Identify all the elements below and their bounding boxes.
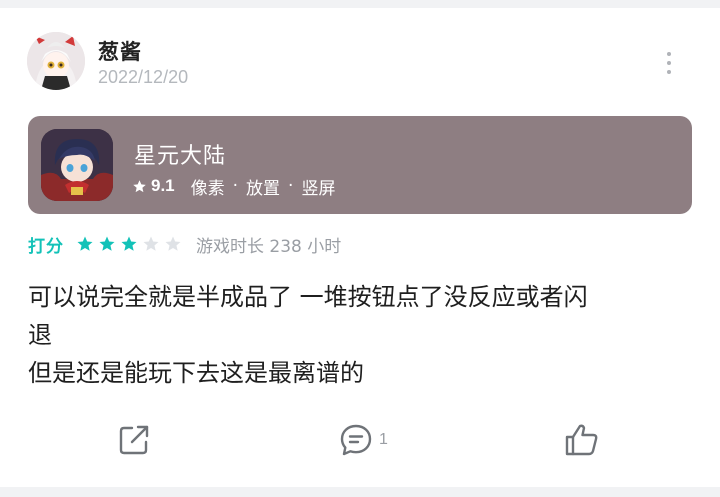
rating-label: 打分 <box>28 236 64 257</box>
review-line: 退 <box>28 321 52 349</box>
review-line: 但是还是能玩下去这是最离谱的 <box>28 359 364 387</box>
star-empty-icon <box>143 236 159 251</box>
star-filled-icon <box>77 236 93 251</box>
comment-count: 1 <box>379 431 388 448</box>
username[interactable]: 葱酱 <box>98 36 142 66</box>
game-title: 星元大陆 <box>134 144 227 169</box>
review-date: 2022/12/20 <box>98 67 189 87</box>
comment-icon <box>340 424 372 456</box>
star-icon <box>133 179 146 192</box>
more-options-icon[interactable] <box>658 48 680 78</box>
game-info-card[interactable]: 星元大陆 9.1 像素 · 放置 · 竖屏 <box>28 116 692 214</box>
game-score: 9.1 <box>151 176 175 195</box>
review-card: 葱酱 2022/12/20 星元大陆 9.1 像素 · 放置 · 竖屏 打分 游… <box>0 8 720 487</box>
star-empty-icon <box>165 236 181 251</box>
playtime: 游戏时长 238 小时 <box>196 236 342 257</box>
thumbs-up-icon <box>565 424 598 456</box>
tag-separator: · <box>288 176 294 196</box>
share-button[interactable] <box>115 420 153 460</box>
review-text: 可以说完全就是半成品了 一堆按钮点了没反应或者闪 退 但是还是能玩下去这是最离谱… <box>28 278 698 392</box>
star-filled-icon <box>121 236 137 251</box>
user-avatar[interactable] <box>27 32 85 90</box>
star-filled-icon <box>99 236 115 251</box>
review-line: 可以说完全就是半成品了 一堆按钮点了没反应或者闪 <box>28 283 588 311</box>
game-icon <box>41 129 113 201</box>
game-tag: 竖屏 <box>301 178 336 199</box>
rating-stars <box>76 235 182 253</box>
game-meta: 9.1 像素 · 放置 · 竖屏 <box>132 174 336 199</box>
like-button[interactable] <box>563 420 601 460</box>
rating-row: 打分 游戏时长 238 小时 <box>28 232 342 257</box>
comment-button[interactable]: 1 <box>337 420 388 460</box>
game-tag: 放置 <box>246 178 281 199</box>
game-tag: 像素 <box>190 178 225 199</box>
tag-separator: · <box>232 176 239 196</box>
share-icon <box>119 425 149 455</box>
